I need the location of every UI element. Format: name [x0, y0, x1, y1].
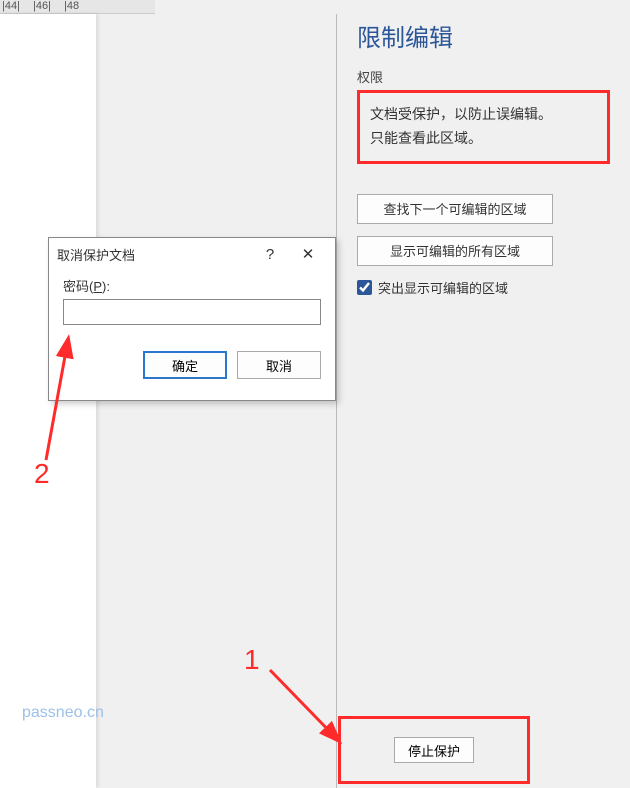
- help-icon[interactable]: ?: [251, 240, 289, 268]
- annotation-number-2: 2: [34, 458, 50, 490]
- highlight-regions-checkbox-row[interactable]: 突出显示可编辑的区域: [357, 278, 610, 297]
- dialog-title: 取消保护文档: [57, 245, 251, 264]
- restrict-editing-pane: 限制编辑 权限 文档受保护，以防止误编辑。 只能查看此区域。 查找下一个可编辑的…: [337, 0, 630, 788]
- ruler: |44| |46| |48: [0, 0, 155, 14]
- dialog-titlebar[interactable]: 取消保护文档 ? ✕: [49, 238, 335, 270]
- find-next-region-button[interactable]: 查找下一个可编辑的区域: [357, 194, 553, 224]
- show-all-regions-button[interactable]: 显示可编辑的所有区域: [357, 236, 553, 266]
- password-input[interactable]: [63, 299, 321, 325]
- ok-button[interactable]: 确定: [143, 351, 227, 379]
- permissions-label: 权限: [357, 67, 610, 86]
- ruler-tick: |48: [64, 0, 79, 12]
- pane-title: 限制编辑: [357, 18, 610, 53]
- stop-protection-button[interactable]: 停止保护: [394, 737, 474, 763]
- unprotect-document-dialog: 取消保护文档 ? ✕ 密码(P): 确定 取消: [48, 237, 336, 401]
- ruler-tick: |44|: [2, 0, 20, 12]
- close-icon[interactable]: ✕: [289, 240, 327, 268]
- stop-protection-highlight-box: 停止保护: [338, 716, 530, 784]
- password-label: 密码(P):: [63, 276, 321, 295]
- protection-info-box: 文档受保护，以防止误编辑。 只能查看此区域。: [357, 90, 610, 164]
- watermark: passneo.cn: [22, 704, 104, 722]
- cancel-button[interactable]: 取消: [237, 351, 321, 379]
- protection-info-line1: 文档受保护，以防止误编辑。: [370, 103, 597, 127]
- document-page[interactable]: [0, 14, 96, 788]
- highlight-regions-label: 突出显示可编辑的区域: [378, 278, 508, 297]
- ruler-tick: |46|: [33, 0, 51, 12]
- highlight-regions-checkbox[interactable]: [357, 280, 372, 295]
- protection-info-line2: 只能查看此区域。: [370, 127, 597, 151]
- annotation-number-1: 1: [244, 644, 260, 676]
